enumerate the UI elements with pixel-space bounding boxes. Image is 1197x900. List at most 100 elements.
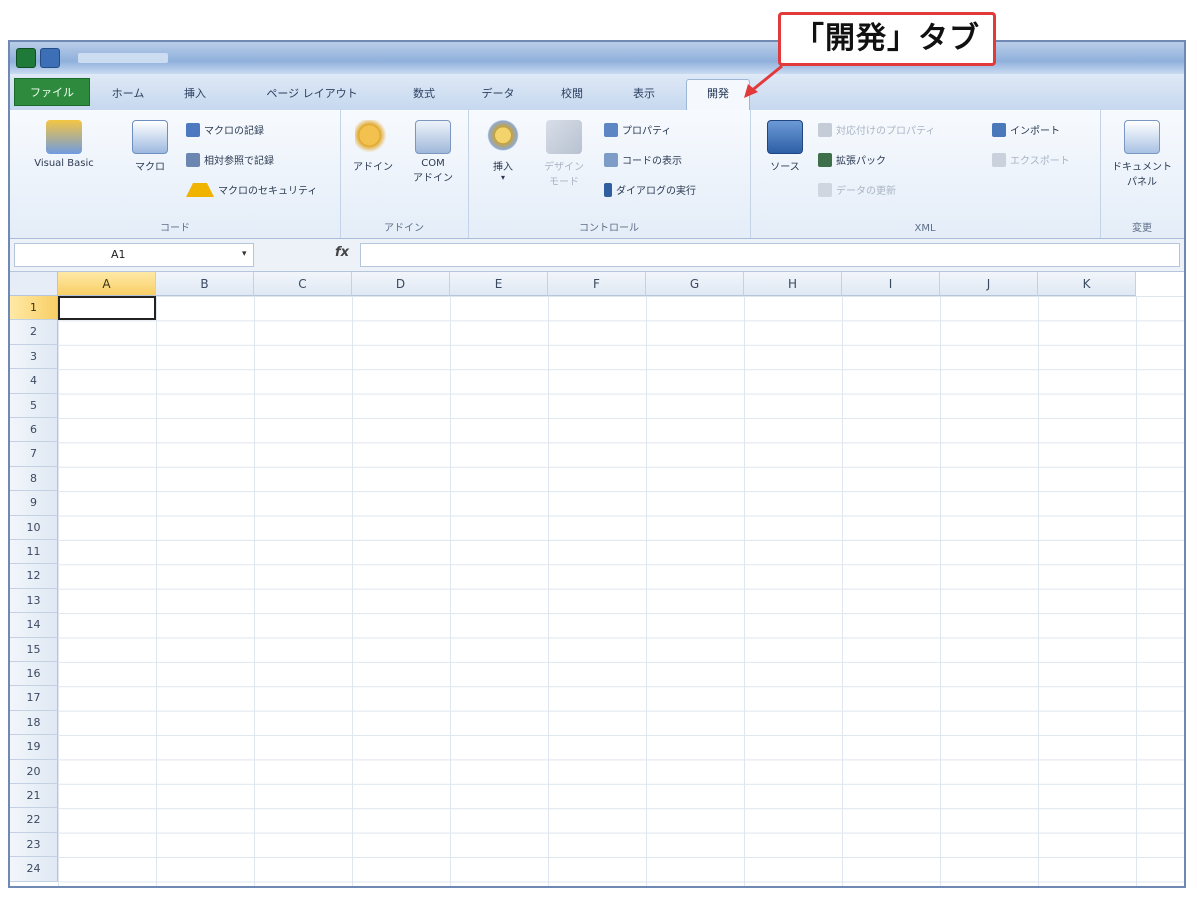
row-header-2[interactable]: 2 bbox=[10, 320, 58, 345]
cell-area[interactable] bbox=[58, 296, 1184, 886]
visual-basic-icon bbox=[46, 120, 82, 154]
column-header-i[interactable]: I bbox=[842, 272, 940, 296]
row-header-20[interactable]: 20 bbox=[10, 759, 58, 784]
tab-data[interactable]: データ bbox=[466, 80, 530, 108]
refresh-data-button[interactable]: データの更新 bbox=[818, 182, 896, 197]
row-header-21[interactable]: 21 bbox=[10, 784, 58, 809]
row-header-12[interactable]: 12 bbox=[10, 564, 58, 589]
relative-reference-button[interactable]: 相対参照で記録 bbox=[186, 152, 274, 167]
run-dialog-button[interactable]: ダイアログの実行 bbox=[604, 182, 696, 197]
row-header-15[interactable]: 15 bbox=[10, 637, 58, 662]
map-properties-button[interactable]: 対応付けのプロパティ bbox=[818, 122, 935, 137]
row-header-7[interactable]: 7 bbox=[10, 442, 58, 467]
row-header-1[interactable]: 1 bbox=[10, 296, 58, 321]
refresh-data-label: データの更新 bbox=[836, 186, 896, 197]
column-header-f[interactable]: F bbox=[548, 272, 646, 296]
xml-source-label: ソース bbox=[770, 162, 800, 173]
document-panel-label-2: パネル bbox=[1127, 177, 1157, 188]
row-header-8[interactable]: 8 bbox=[10, 466, 58, 492]
developer-tab-callout: 「開発」タブ bbox=[778, 12, 996, 66]
macro-label: マクロ bbox=[135, 162, 165, 173]
row-header-11[interactable]: 11 bbox=[10, 540, 58, 565]
import-label: インポート bbox=[1010, 126, 1060, 137]
visual-basic-label: Visual Basic bbox=[34, 158, 94, 169]
name-box[interactable]: A1 bbox=[14, 243, 254, 267]
tab-page-layout[interactable]: ページ レイアウト bbox=[242, 80, 382, 108]
tab-file[interactable]: ファイル bbox=[14, 78, 90, 106]
expansion-packs-button[interactable]: 拡張パック bbox=[818, 152, 886, 167]
name-box-dropdown-icon[interactable]: ▾ bbox=[242, 249, 247, 259]
tab-home[interactable]: ホーム bbox=[98, 80, 158, 108]
formula-input[interactable] bbox=[360, 243, 1180, 267]
addins-button[interactable]: アドイン bbox=[346, 120, 400, 173]
group-addins-label: アドイン bbox=[384, 223, 424, 234]
row-header-13[interactable]: 13 bbox=[10, 588, 58, 614]
worksheet-grid: ABCDEFGHIJK 1 2 3 4 5 6 7 8 9 10 11 12 13 14 15 16 17 18 1… bbox=[10, 272, 1184, 886]
row-header-24[interactable]: 24 bbox=[10, 857, 58, 882]
row-header-19[interactable]: 19 bbox=[10, 735, 58, 760]
column-header-k[interactable]: K bbox=[1038, 272, 1136, 296]
com-addins-label-2: アドイン bbox=[413, 173, 453, 184]
relative-reference-icon bbox=[186, 152, 200, 167]
column-header-b[interactable]: B bbox=[156, 272, 254, 296]
tab-review[interactable]: 校閲 bbox=[542, 80, 602, 108]
column-header-c[interactable]: C bbox=[254, 272, 352, 296]
design-mode-label-2: モード bbox=[549, 177, 579, 188]
row-header-6[interactable]: 6 bbox=[10, 418, 58, 443]
visual-basic-button[interactable]: Visual Basic bbox=[16, 120, 112, 169]
view-code-label: コードの表示 bbox=[622, 156, 682, 167]
row-header-16[interactable]: 16 bbox=[10, 662, 58, 687]
row-header-14[interactable]: 14 bbox=[10, 613, 58, 638]
document-panel-icon bbox=[1124, 120, 1160, 154]
insert-control-button[interactable]: 挿入 ▾ bbox=[476, 120, 530, 182]
row-header-18[interactable]: 18 bbox=[10, 710, 58, 736]
view-code-button[interactable]: コードの表示 bbox=[604, 152, 682, 167]
document-panel-button[interactable]: ドキュメント パネル bbox=[1108, 120, 1176, 188]
column-header-d[interactable]: D bbox=[352, 272, 450, 296]
excel-icon[interactable] bbox=[16, 48, 36, 68]
title-bar bbox=[10, 42, 1184, 74]
macro-security-button[interactable]: マクロのセキュリティ bbox=[186, 182, 317, 197]
export-button[interactable]: エクスポート bbox=[992, 152, 1070, 167]
select-all-button[interactable] bbox=[10, 272, 58, 296]
import-button[interactable]: インポート bbox=[992, 122, 1060, 137]
record-macro-button[interactable]: マクロの記録 bbox=[186, 122, 264, 137]
row-header-5[interactable]: 5 bbox=[10, 393, 58, 418]
design-mode-button[interactable]: デザイン モード bbox=[534, 120, 594, 188]
xml-source-button[interactable]: ソース bbox=[758, 120, 812, 173]
export-icon bbox=[992, 152, 1006, 167]
properties-button[interactable]: プロパティ bbox=[604, 122, 671, 137]
design-mode-label-1: デザイン bbox=[544, 162, 584, 173]
group-modify: ドキュメント パネル 変更 bbox=[1100, 110, 1184, 238]
row-header-10[interactable]: 10 bbox=[10, 515, 58, 540]
group-code: Visual Basic マクロ マクロの記録 相対参照で記録 マクロのセキュリ… bbox=[10, 110, 341, 238]
active-cell-a1[interactable] bbox=[58, 296, 156, 320]
com-addins-button[interactable]: COM アドイン bbox=[404, 120, 462, 184]
insert-control-label: 挿入 bbox=[493, 162, 513, 173]
column-header-h[interactable]: H bbox=[744, 272, 842, 296]
row-header-23[interactable]: 23 bbox=[10, 832, 58, 858]
group-addins: アドイン COM アドイン アドイン bbox=[340, 110, 469, 238]
column-header-a[interactable]: A bbox=[58, 272, 156, 296]
macro-button[interactable]: マクロ bbox=[120, 120, 180, 173]
tab-insert[interactable]: 挿入 bbox=[170, 80, 220, 108]
column-header-g[interactable]: G bbox=[646, 272, 744, 296]
document-panel-label-1: ドキュメント bbox=[1112, 162, 1172, 173]
row-header-17[interactable]: 17 bbox=[10, 686, 58, 711]
refresh-data-icon bbox=[818, 182, 832, 197]
column-header-j[interactable]: J bbox=[940, 272, 1038, 296]
addin-gear-icon bbox=[355, 120, 391, 154]
group-xml-label: XML bbox=[914, 223, 936, 234]
row-header-3[interactable]: 3 bbox=[10, 344, 58, 370]
expansion-packs-label: 拡張パック bbox=[836, 156, 886, 167]
column-header-e[interactable]: E bbox=[450, 272, 548, 296]
row-header-22[interactable]: 22 bbox=[10, 808, 58, 833]
tab-formulas[interactable]: 数式 bbox=[394, 80, 454, 108]
row-header-9[interactable]: 9 bbox=[10, 491, 58, 516]
save-icon[interactable] bbox=[40, 48, 60, 68]
insert-function-button[interactable]: fx bbox=[335, 245, 349, 260]
group-xml: ソース 対応付けのプロパティ 拡張パック データの更新 インポート エクスポート bbox=[750, 110, 1101, 238]
row-header-4[interactable]: 4 bbox=[10, 369, 58, 394]
group-modify-label: 変更 bbox=[1132, 223, 1152, 234]
tab-view[interactable]: 表示 bbox=[614, 80, 674, 108]
